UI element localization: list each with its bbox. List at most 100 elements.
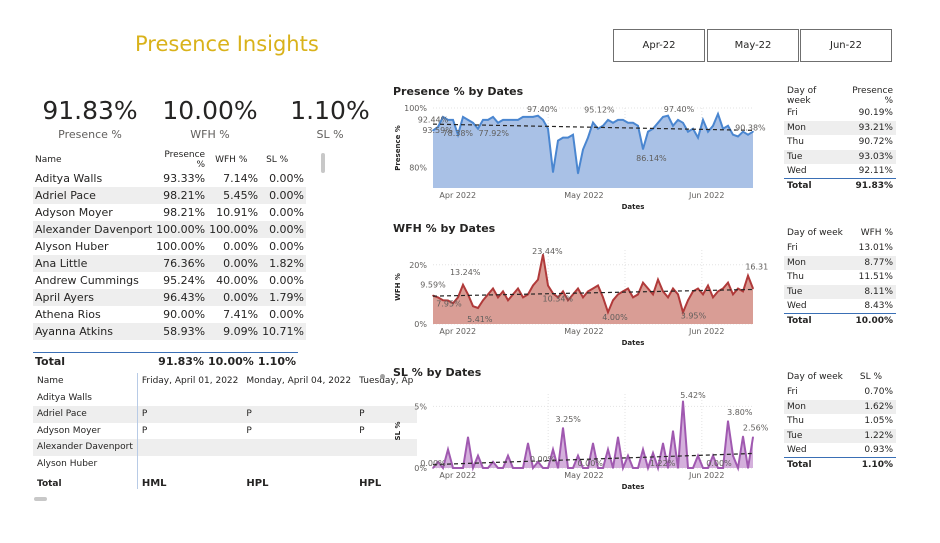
table-row[interactable]: Alexander Davenport 100.00% 100.00% 0.00… <box>33 221 307 238</box>
matrix-row[interactable]: Adriel Pace P P P <box>33 406 418 423</box>
data-point <box>482 467 484 469</box>
data-label: 97.40% <box>527 105 558 114</box>
cell-presence: 58.93% <box>154 323 208 340</box>
data-point <box>527 442 529 445</box>
table-row[interactable]: April Ayers 96.43% 0.00% 1.79% <box>33 289 307 306</box>
y-axis-title: WFH % <box>394 273 402 301</box>
presence-area-chart[interactable]: 100% 80% Apr 2022 May 2022 Jun 2022 Dates Pres… <box>388 98 768 216</box>
data-point <box>467 436 469 438</box>
data-label: 0.00% <box>706 459 732 468</box>
cell-sl: 1.79% <box>260 289 307 306</box>
col-header-sl[interactable]: SL % <box>260 150 306 170</box>
table-row[interactable]: Alyson Huber 100.00% 0.00% 0.00% <box>33 238 306 255</box>
data-point <box>622 467 624 469</box>
data-point <box>537 278 539 281</box>
table-row[interactable]: Adriel Pace 98.21% 5.45% 0.00% <box>33 187 307 204</box>
dow-row[interactable]: Wed 0.93% <box>784 443 896 458</box>
sl-area-chart[interactable]: 5%0%Apr 2022 May 2022 Jun 2022DatesSL %3.2… <box>388 382 768 497</box>
dow-header-value[interactable]: WFH % <box>850 224 896 241</box>
data-point <box>502 119 504 121</box>
data-point <box>582 296 584 299</box>
table-row[interactable]: Athena Rios 90.00% 7.41% 0.00% <box>33 306 306 323</box>
slicer-jun-22[interactable]: Jun-22 <box>800 29 892 62</box>
cell-name: Athena Rios <box>35 308 101 321</box>
data-point <box>582 148 584 151</box>
dow-table-sl: Day of week SL % Fri 0.70% Mon 1.62% Thu 1.0… <box>784 368 896 472</box>
y-tick-label: 5% <box>414 402 427 411</box>
dow-header-day[interactable]: Day of week <box>784 368 854 385</box>
cell-wfh: 9.09% <box>207 323 261 340</box>
dow-row[interactable]: Wed 92.11% <box>784 164 896 179</box>
matrix-header-name[interactable]: Name <box>33 373 137 390</box>
data-point <box>647 467 649 469</box>
employee-table-scrollbar[interactable] <box>321 153 325 173</box>
dow-header-value[interactable]: Presence % <box>840 86 896 106</box>
col-header-wfh[interactable]: WFH % <box>207 150 260 170</box>
x-tick-label: May 2022 <box>564 327 603 336</box>
data-point <box>667 296 669 299</box>
dow-row[interactable]: Tue 93.03% <box>784 149 896 164</box>
matrix-scrollbar[interactable] <box>34 497 47 501</box>
employee-table: Name Presence % WFH % SL % Aditya Walls … <box>33 150 307 340</box>
data-point <box>597 127 599 130</box>
data-point <box>747 274 749 277</box>
dow-row[interactable]: Wed 8.43% <box>784 299 896 314</box>
matrix-cell-name: Alexander Davenport <box>33 439 138 456</box>
table-row[interactable]: Ana Little 76.36% 0.00% 1.82% <box>33 255 307 272</box>
col-header-name[interactable]: Name <box>33 150 154 170</box>
dow-row[interactable]: Fri 90.19% <box>784 106 896 121</box>
matrix-header-date[interactable]: Monday, April 04, 2022 <box>242 373 355 390</box>
data-point <box>662 442 664 445</box>
x-axis-title: Dates <box>622 339 645 347</box>
data-point <box>467 119 469 121</box>
dow-row[interactable]: Mon 1.62% <box>784 399 896 414</box>
dow-header-day[interactable]: Day of week <box>784 224 850 241</box>
matrix-row[interactable]: Aditya Walls <box>33 389 417 407</box>
data-point <box>697 136 699 139</box>
dow-row[interactable]: Fri 0.70% <box>784 385 896 400</box>
matrix-row[interactable]: Adyson Moyer P P P <box>33 422 417 439</box>
table-row[interactable]: Andrew Cummings 95.24% 40.00% 0.00% <box>33 272 306 289</box>
dow-header-value[interactable]: SL % <box>854 368 896 385</box>
matrix-resize-handle[interactable] <box>380 374 385 379</box>
matrix-row[interactable]: Alyson Huber <box>33 455 417 473</box>
data-point <box>517 467 519 469</box>
matrix-cell <box>242 456 355 473</box>
cell-presence: 95.24% <box>163 274 206 287</box>
dow-day: Tue <box>784 149 840 164</box>
dow-row[interactable]: Thu 1.05% <box>784 414 896 429</box>
cell-sl: 0.00% <box>260 221 307 238</box>
cell-wfh: 0.00% <box>207 255 261 272</box>
dow-row[interactable]: Mon 8.77% <box>784 255 896 270</box>
dow-row[interactable]: Tue 1.22% <box>784 428 896 443</box>
matrix-cell <box>242 390 355 407</box>
table-row[interactable]: Ayanna Atkins 58.93% 9.09% 10.71% <box>33 323 307 340</box>
chart-title-presence: Presence % by Dates <box>393 85 524 98</box>
dow-row[interactable]: Fri 13.01% <box>784 241 896 256</box>
table-row[interactable]: Adyson Moyer 98.21% 10.91% 0.00% <box>33 204 306 221</box>
data-point <box>632 296 634 299</box>
dow-total-label: Total <box>784 457 854 472</box>
data-point <box>712 296 714 299</box>
col-header-presence[interactable]: Presence % <box>154 150 207 170</box>
dow-total-label: Total <box>784 178 840 193</box>
dow-header-day[interactable]: Day of week <box>784 86 840 106</box>
dow-row[interactable]: Thu 90.72% <box>784 135 896 150</box>
data-point <box>462 284 464 286</box>
table-row[interactable]: Aditya Walls 93.33% 7.14% 0.00% <box>33 170 306 187</box>
wfh-area-chart[interactable]: 20% 0% Apr 2022 May 2022 Jun 2022 Dates WFH % 9… <box>388 238 768 353</box>
data-point <box>607 119 609 121</box>
slicer-may-22[interactable]: May-22 <box>707 29 799 62</box>
data-point <box>647 287 649 290</box>
matrix-header-date[interactable]: Friday, April 01, 2022 <box>136 373 243 390</box>
dow-row[interactable]: Thu 11.51% <box>784 270 896 285</box>
data-point <box>642 281 644 284</box>
data-point <box>652 452 654 454</box>
matrix-row[interactable]: Alexander Davenport <box>33 439 418 456</box>
slicer-apr-22[interactable]: Apr-22 <box>613 29 705 62</box>
dow-row[interactable]: Tue 8.11% <box>784 284 896 299</box>
dow-row[interactable]: Mon 93.21% <box>784 120 896 135</box>
dow-table-presence: Day of week Presence % Fri 90.19% Mon 93.21… <box>784 86 896 193</box>
data-point <box>742 435 744 438</box>
data-point <box>492 116 494 118</box>
